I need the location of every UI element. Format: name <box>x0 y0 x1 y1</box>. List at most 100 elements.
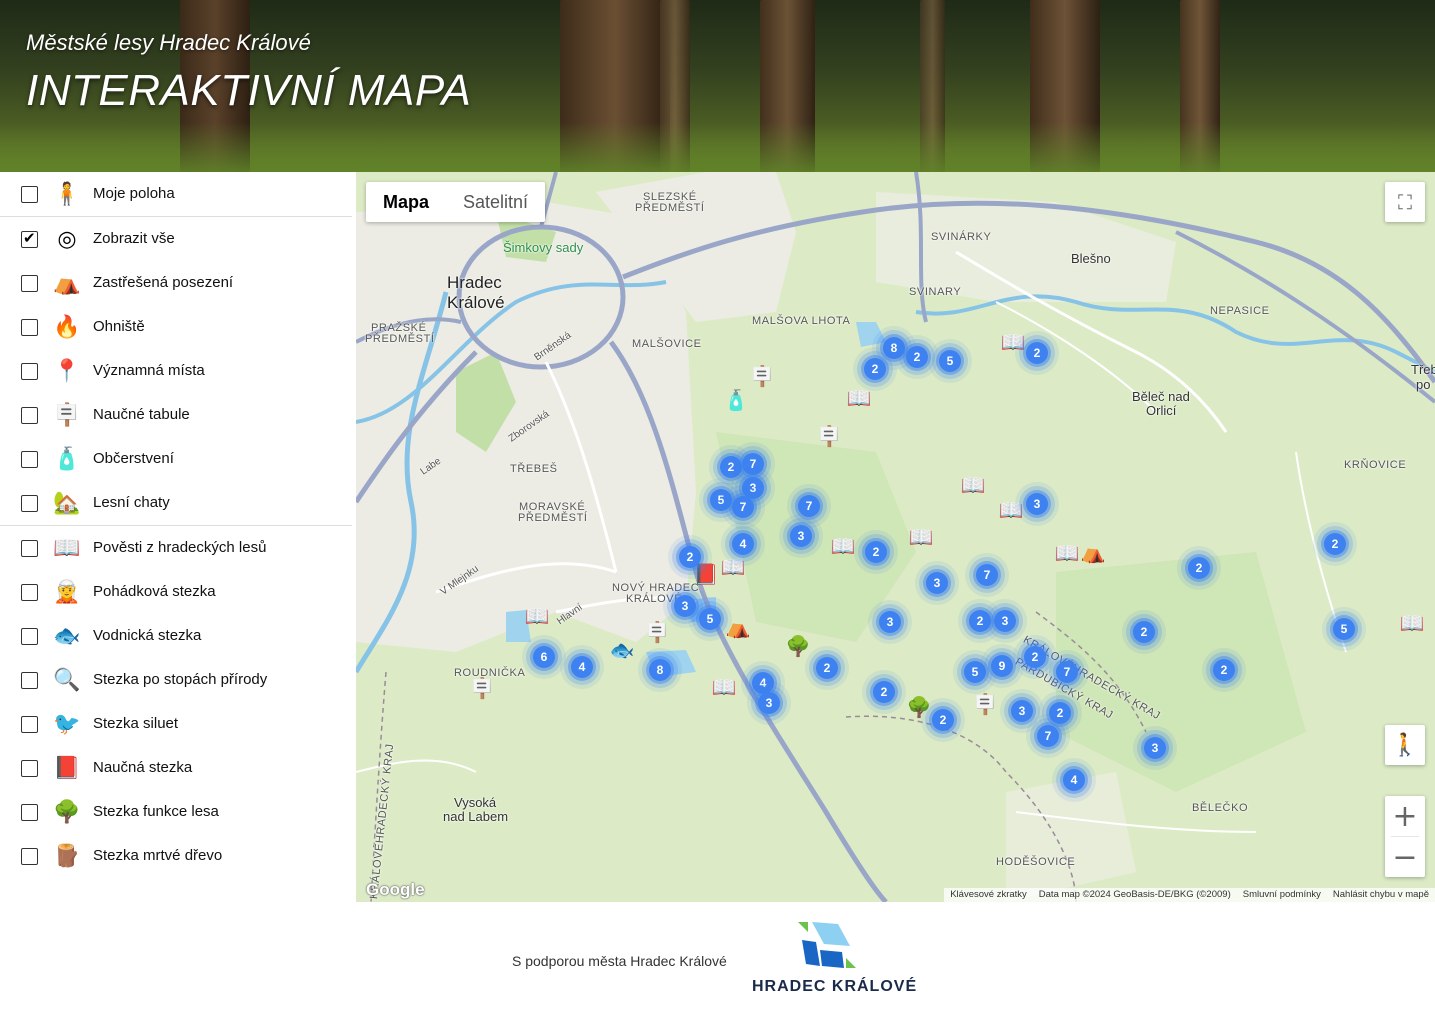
marker-cluster[interactable]: 8 <box>649 659 671 681</box>
book-quill-icon[interactable]: 📖 <box>907 523 935 551</box>
marker-cluster[interactable]: 2 <box>679 546 701 568</box>
marker-cluster[interactable]: 2 <box>1213 659 1235 681</box>
attribution-link[interactable]: Smluvní podmínky <box>1243 888 1321 902</box>
layer-item[interactable]: 🧍 Moje poloha <box>0 172 356 216</box>
marker-cluster[interactable]: 5 <box>710 489 732 511</box>
book-quill-icon[interactable]: 📖 <box>997 496 1025 524</box>
marker-cluster[interactable]: 2 <box>864 358 886 380</box>
layer-item[interactable]: 🧴 Občerstvení <box>0 437 356 481</box>
marker-cluster[interactable]: 3 <box>879 611 901 633</box>
marker-cluster[interactable]: 2 <box>873 681 895 703</box>
layer-checkbox[interactable] <box>21 495 38 512</box>
marker-cluster[interactable]: 2 <box>1049 702 1071 724</box>
layer-checkbox[interactable] <box>21 672 38 689</box>
layer-item[interactable]: ⛺ Zastřešená posezení <box>0 261 356 305</box>
fish-icon[interactable]: 🐟 <box>608 636 636 664</box>
marker-cluster[interactable]: 4 <box>732 533 754 555</box>
marker-cluster[interactable]: 3 <box>926 572 948 594</box>
layer-checkbox[interactable] <box>21 804 38 821</box>
marker-cluster[interactable]: 3 <box>1011 700 1033 722</box>
layer-checkbox[interactable] <box>21 540 38 557</box>
layer-item[interactable]: 🪵 Stezka mrtvé dřevo <box>0 834 356 878</box>
book-quill-icon[interactable]: 📖 <box>829 532 857 560</box>
layer-checkbox[interactable] <box>21 363 38 380</box>
layer-checkbox[interactable] <box>21 628 38 645</box>
layer-checkbox[interactable] <box>21 760 38 777</box>
layer-item[interactable]: 🪧 Naučné tabule <box>0 393 356 437</box>
street-view-pegman[interactable]: 🚶 <box>1385 725 1425 765</box>
marker-cluster[interactable]: 3 <box>994 610 1016 632</box>
signboard-icon[interactable]: 🪧 <box>815 422 843 450</box>
layer-item[interactable]: 🐟 Vodnická stezka <box>0 614 356 658</box>
book-quill-icon[interactable]: 📖 <box>1398 609 1426 637</box>
marker-cluster[interactable]: 2 <box>865 541 887 563</box>
tree-cycle-icon[interactable]: 🌳 <box>905 693 933 721</box>
layer-checkbox[interactable] <box>21 319 38 336</box>
signboard-icon[interactable]: 🪧 <box>468 674 496 702</box>
layer-item[interactable]: 🔥 Ohniště <box>0 305 356 349</box>
signboard-icon[interactable]: 🪧 <box>643 618 671 646</box>
marker-cluster[interactable]: 7 <box>976 564 998 586</box>
layer-checkbox[interactable] <box>21 186 38 203</box>
marker-cluster[interactable]: 2 <box>1026 342 1048 364</box>
marker-cluster[interactable]: 6 <box>533 646 555 668</box>
fullscreen-button[interactable]: ⛶ <box>1385 182 1425 222</box>
book-quill-icon[interactable]: 📖 <box>1053 539 1081 567</box>
attribution-link[interactable]: Klávesové zkratky <box>950 888 1027 902</box>
layer-item[interactable]: 📍 Významná místa <box>0 349 356 393</box>
attribution-link[interactable]: Nahlásit chybu v mapě <box>1333 888 1429 902</box>
layer-item[interactable]: 🔍 Stezka po stopách přírody <box>0 658 356 702</box>
marker-cluster[interactable]: 7 <box>742 453 764 475</box>
layer-item[interactable]: 📕 Naučná stezka <box>0 746 356 790</box>
marker-cluster[interactable]: 8 <box>883 337 905 359</box>
map-view[interactable]: Mapa Satelitní ⛶ 🚶 + − KRÁLOVÉHRADECKÝ K… <box>356 172 1435 902</box>
marker-cluster[interactable]: 5 <box>1333 618 1355 640</box>
marker-cluster[interactable]: 2 <box>816 657 838 679</box>
marker-cluster[interactable]: 5 <box>939 350 961 372</box>
signboard-icon[interactable]: 🪧 <box>748 362 776 390</box>
book-quill-icon[interactable]: 📖 <box>999 328 1027 356</box>
marker-cluster[interactable]: 3 <box>1144 737 1166 759</box>
marker-cluster[interactable]: 3 <box>1026 493 1048 515</box>
marker-cluster[interactable]: 3 <box>758 692 780 714</box>
layer-item[interactable]: 🌳 Stezka funkce lesa <box>0 790 356 834</box>
marker-cluster[interactable]: 4 <box>752 672 774 694</box>
book-quill-icon[interactable]: 📖 <box>719 553 747 581</box>
marker-cluster[interactable]: 2 <box>906 346 928 368</box>
marker-cluster[interactable]: 7 <box>732 496 754 518</box>
marker-cluster[interactable]: 2 <box>1188 557 1210 579</box>
marker-cluster[interactable]: 2 <box>720 456 742 478</box>
map-type-map[interactable]: Mapa <box>366 182 446 222</box>
shelter-icon[interactable]: ⛺ <box>724 613 752 641</box>
marker-cluster[interactable]: 3 <box>674 595 696 617</box>
marker-cluster[interactable]: 4 <box>571 656 593 678</box>
layer-checkbox[interactable] <box>21 584 38 601</box>
zoom-out-button[interactable]: − <box>1385 837 1425 877</box>
marker-cluster[interactable]: 2 <box>1024 646 1046 668</box>
marker-cluster[interactable]: 9 <box>991 655 1013 677</box>
layer-checkbox[interactable] <box>21 275 38 292</box>
book-quill-icon[interactable]: 📖 <box>959 471 987 499</box>
marker-cluster[interactable]: 2 <box>969 610 991 632</box>
marker-cluster[interactable]: 2 <box>1133 621 1155 643</box>
marker-cluster[interactable]: 5 <box>699 608 721 630</box>
marker-cluster[interactable]: 7 <box>1056 661 1078 683</box>
layer-checkbox[interactable] <box>21 451 38 468</box>
attribution-link[interactable]: Data map ©2024 GeoBasis-DE/BKG (©2009) <box>1039 888 1231 902</box>
marker-cluster[interactable]: 2 <box>1324 533 1346 555</box>
marker-cluster[interactable]: 2 <box>932 709 954 731</box>
layer-item[interactable]: 🐦 Stezka siluet <box>0 702 356 746</box>
marker-cluster[interactable]: 5 <box>964 661 986 683</box>
marker-cluster[interactable]: 4 <box>1063 769 1085 791</box>
marker-cluster[interactable]: 3 <box>790 525 812 547</box>
layer-item[interactable]: ◎ Zobrazit vše <box>0 217 356 261</box>
layer-checkbox[interactable] <box>21 407 38 424</box>
water-bottle-icon[interactable]: 🧴 <box>722 386 750 414</box>
tree-cycle-icon[interactable]: 🌳 <box>784 632 812 660</box>
marker-cluster[interactable]: 7 <box>1037 725 1059 747</box>
layer-checkbox[interactable] <box>21 229 38 248</box>
map-type-satellite[interactable]: Satelitní <box>446 182 545 222</box>
book-quill-icon[interactable]: 📖 <box>845 384 873 412</box>
layer-item[interactable]: 🧝 Pohádková stezka <box>0 570 356 614</box>
signboard-icon[interactable]: 🪧 <box>971 690 999 718</box>
